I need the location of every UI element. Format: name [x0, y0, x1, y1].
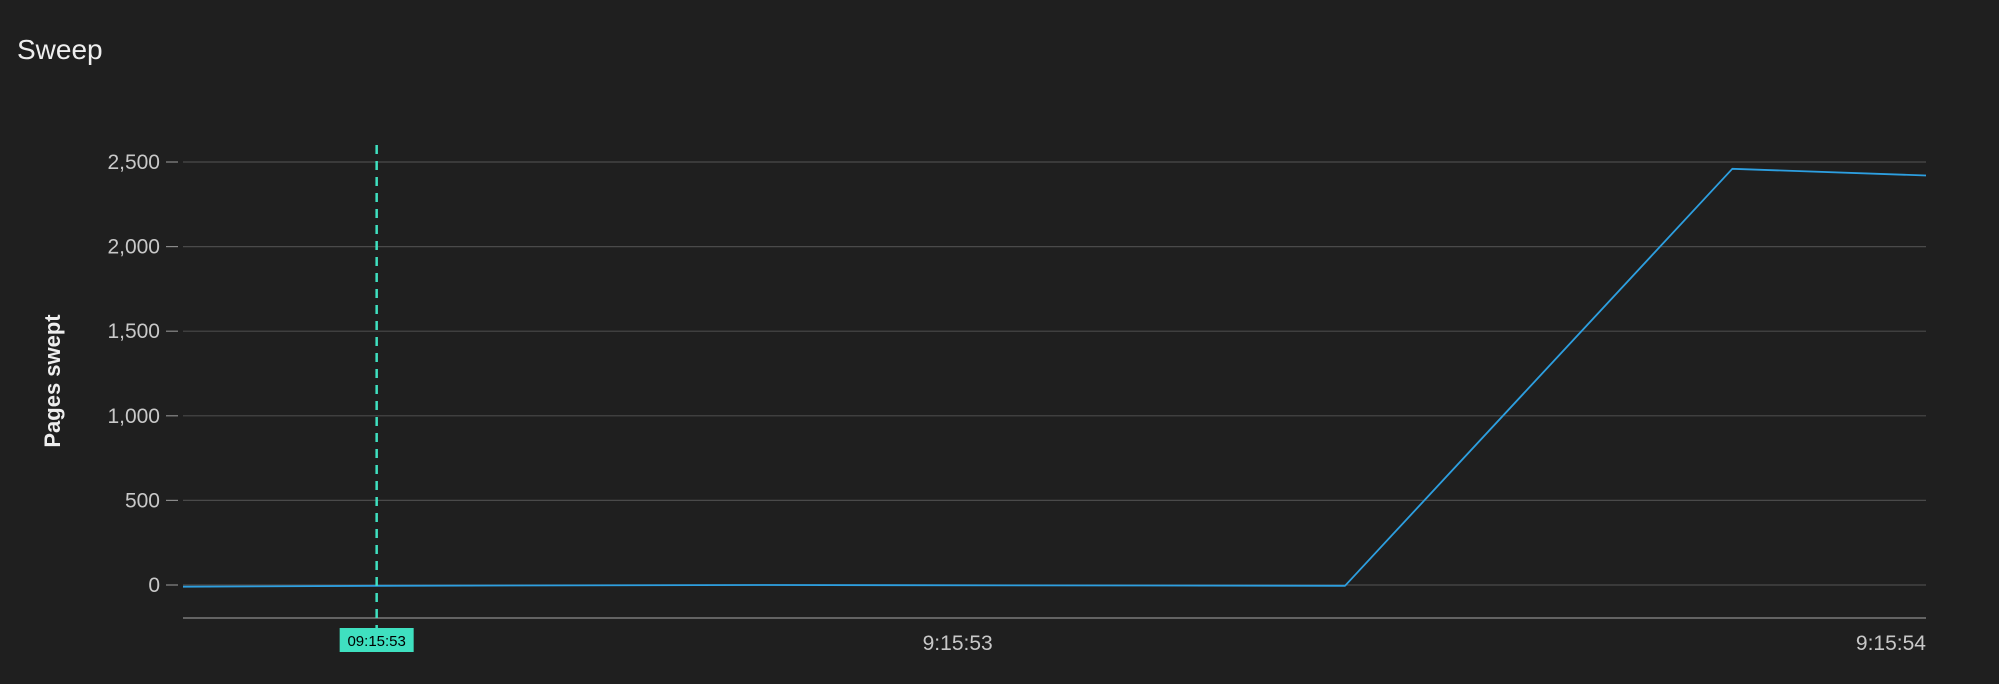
y-tick-label: 1,000: [107, 405, 160, 428]
y-tick-label: 500: [125, 489, 160, 512]
y-axis-label: Pages swept: [40, 314, 65, 448]
y-tick-label: 1,500: [107, 320, 160, 343]
series-line: [182, 167, 1927, 588]
x-tick-label: 9:15:53: [923, 632, 993, 655]
line-chart[interactable]: 0 500 1,000 1,500 2,000 2,500 9:15:53 9:15:54 Pa…: [0, 0, 1999, 684]
chart-panel: Sweep 0 500 1,000 1,500 2,000 2,500 9:15:53 9:1…: [0, 0, 1999, 684]
y-tick-label: 2,500: [107, 151, 160, 174]
y-tick-label: 2,000: [107, 236, 160, 259]
time-marker-label: 09:15:53: [347, 633, 405, 650]
y-tick-label: 0: [148, 574, 160, 597]
x-tick-label: 9:15:54: [1856, 632, 1926, 655]
